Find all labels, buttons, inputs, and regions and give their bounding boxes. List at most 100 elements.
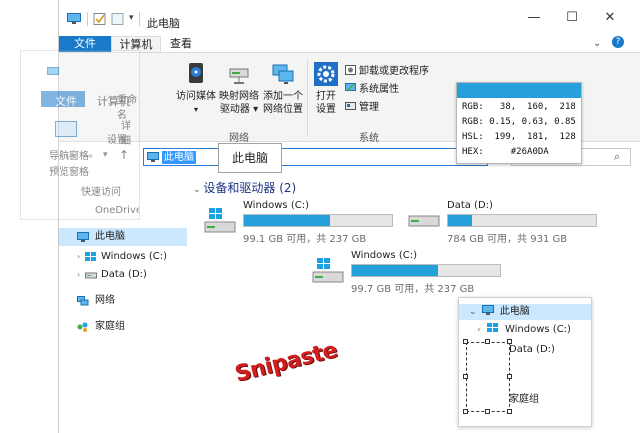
open-settings-label-1: 打开 bbox=[316, 91, 336, 102]
nav-item-data-d[interactable]: › Data (D:) bbox=[59, 266, 187, 284]
minimize-button[interactable]: — bbox=[524, 10, 544, 25]
nav-item-network[interactable]: 网络 bbox=[59, 292, 187, 310]
color-swatch bbox=[457, 83, 581, 98]
color-picker-panel: RGB: 38, 160, 218 RGB: 0.15, 0.63, 0.85 … bbox=[456, 82, 582, 164]
tab-view[interactable]: 查看 bbox=[163, 36, 199, 52]
map-network-drive-button[interactable]: 映射网络 驱动器 ▾ bbox=[217, 61, 261, 116]
snip-label-homegroup: 家庭组 bbox=[509, 394, 539, 405]
snip-label-this-pc: 此电脑 bbox=[499, 306, 530, 317]
nav-label-data-d: Data (D:) bbox=[101, 269, 147, 280]
picker-hex: HEX: #26A0DA bbox=[462, 147, 549, 157]
ribbon-tabs: 文件 计算机 查看 ⌄ ? bbox=[59, 36, 640, 52]
ghost-tab-file: 文件 bbox=[55, 95, 77, 108]
snip-item-homegroup[interactable]: 家庭组 bbox=[509, 392, 539, 408]
uninstall-label: 卸载或更改程序 bbox=[359, 66, 429, 77]
computer-icon bbox=[147, 152, 159, 162]
divider bbox=[139, 12, 140, 26]
snip-item-data-d[interactable]: Data (D:) bbox=[509, 342, 555, 358]
network-icon bbox=[77, 296, 89, 306]
open-settings-button[interactable]: 打开 设置 bbox=[311, 61, 341, 116]
collapse-ribbon-icon[interactable]: ⌄ bbox=[593, 38, 601, 49]
drive-name: Windows (C:) bbox=[351, 250, 417, 261]
ghost-nav-pane: 导航窗格 bbox=[49, 151, 89, 162]
drive-tile[interactable]: Windows (C:) 99.1 GB 可用，共 237 GB bbox=[203, 200, 403, 245]
nav-label-this-pc: 此电脑 bbox=[95, 231, 125, 242]
address-input[interactable]: 此电脑 ⌄ bbox=[143, 148, 488, 166]
picker-rgb-float: RGB: 0.15, 0.63, 0.85 bbox=[462, 117, 576, 127]
drive-size: 99.7 GB 可用，共 237 GB bbox=[351, 284, 475, 295]
close-button[interactable]: ✕ bbox=[600, 10, 620, 25]
drive-name: Data (D:) bbox=[447, 200, 493, 211]
resize-handle[interactable] bbox=[463, 374, 468, 379]
resize-handle[interactable] bbox=[507, 339, 512, 344]
expand-chevron-icon[interactable]: › bbox=[477, 325, 481, 335]
snip-item-this-pc[interactable]: ⌄ 此电脑 bbox=[459, 304, 591, 320]
maximize-button[interactable]: ☐ bbox=[562, 10, 582, 25]
drive-tile[interactable]: Data (D:) 784 GB 可用，共 931 GB bbox=[407, 200, 607, 245]
drive-usage-bar bbox=[351, 264, 501, 277]
system-properties-button[interactable]: 系统属性 bbox=[345, 83, 399, 97]
computer-icon bbox=[481, 305, 494, 315]
add-location-label-1: 添加一个 bbox=[263, 91, 303, 102]
divider bbox=[87, 12, 88, 26]
windows-drive-icon bbox=[312, 258, 344, 283]
resize-handle[interactable] bbox=[463, 409, 468, 414]
nav-item-this-pc[interactable]: 此电脑 bbox=[59, 228, 187, 246]
quick-access-dropdown-icon[interactable]: ▾ bbox=[129, 13, 134, 23]
resize-handle[interactable] bbox=[507, 409, 512, 414]
drive-usage-fill bbox=[448, 215, 472, 226]
open-settings-label-2: 设置 bbox=[316, 104, 336, 115]
manage-button[interactable]: 管理 bbox=[345, 101, 379, 115]
manage-icon bbox=[345, 102, 356, 110]
ghost-settings: 设置 bbox=[107, 135, 127, 146]
manage-label: 管理 bbox=[359, 102, 379, 113]
nav-item-homegroup[interactable]: 家庭组 bbox=[59, 318, 187, 336]
drive-usage-bar bbox=[243, 214, 393, 227]
windows-drive-icon bbox=[204, 208, 236, 233]
group-system-label: 系统 bbox=[359, 133, 379, 144]
expand-chevron-icon[interactable]: › bbox=[77, 266, 80, 284]
address-path: 此电脑 bbox=[162, 151, 196, 164]
map-drive-label-1: 映射网络 bbox=[219, 91, 259, 102]
uninstall-icon bbox=[345, 65, 356, 75]
computer-icon bbox=[67, 13, 81, 24]
selection-rectangle[interactable] bbox=[466, 342, 510, 412]
settings-gear-icon bbox=[314, 62, 338, 86]
resize-handle[interactable] bbox=[463, 339, 468, 344]
network-location-icon bbox=[272, 64, 294, 84]
access-media-button[interactable]: 访问媒体 ▾ bbox=[175, 61, 217, 116]
uninstall-programs-button[interactable]: 卸载或更改程序 bbox=[345, 65, 429, 79]
network-drive-icon bbox=[229, 68, 249, 84]
properties-icon[interactable] bbox=[93, 13, 107, 25]
help-icon[interactable]: ? bbox=[612, 36, 624, 48]
drive-icon bbox=[85, 272, 97, 279]
snip-label-windows-c: Windows (C:) bbox=[504, 324, 571, 335]
resize-handle[interactable] bbox=[507, 374, 512, 379]
drive-size: 784 GB 可用，共 931 GB bbox=[447, 234, 568, 245]
expand-chevron-icon[interactable]: › bbox=[77, 248, 80, 266]
snip-item-windows-c[interactable]: › Windows (C:) bbox=[477, 322, 571, 338]
nav-item-windows-c[interactable]: › Windows (C:) bbox=[59, 248, 187, 266]
system-properties-label: 系统属性 bbox=[359, 84, 399, 95]
collapse-chevron-icon[interactable]: ⌄ bbox=[469, 307, 477, 317]
windows-drive-icon bbox=[486, 323, 498, 332]
media-icon bbox=[189, 63, 203, 83]
resize-handle[interactable] bbox=[485, 339, 490, 344]
window-title: 此电脑 bbox=[147, 17, 180, 30]
picker-hsl: HSL: 199, 181, 128 bbox=[462, 132, 576, 142]
add-network-location-button[interactable]: 添加一个 网络位置 bbox=[261, 61, 305, 116]
group-divider bbox=[307, 59, 308, 137]
section-header[interactable]: ⌄ 设备和驱动器 (2) bbox=[193, 179, 296, 196]
nav-label-network: 网络 bbox=[95, 295, 115, 306]
pinned-snippet-ghost[interactable]: 文件 计算机 重命名 详细 设置 导航窗格 预览窗格 快速访问 OneDrive bbox=[20, 50, 140, 220]
drive-icon bbox=[408, 215, 440, 227]
nav-label-windows-c: Windows (C:) bbox=[101, 251, 167, 262]
access-media-label: 访问媒体 bbox=[176, 91, 216, 102]
drive-name: Windows (C:) bbox=[243, 200, 309, 211]
section-title: 设备和驱动器 (2) bbox=[203, 181, 297, 195]
drive-tile[interactable]: Windows (C:) 99.7 GB 可用，共 237 GB bbox=[311, 250, 511, 295]
drive-usage-fill bbox=[352, 265, 438, 276]
new-folder-icon[interactable] bbox=[111, 13, 125, 25]
resize-handle[interactable] bbox=[485, 409, 490, 414]
drive-usage-bar bbox=[447, 214, 597, 227]
